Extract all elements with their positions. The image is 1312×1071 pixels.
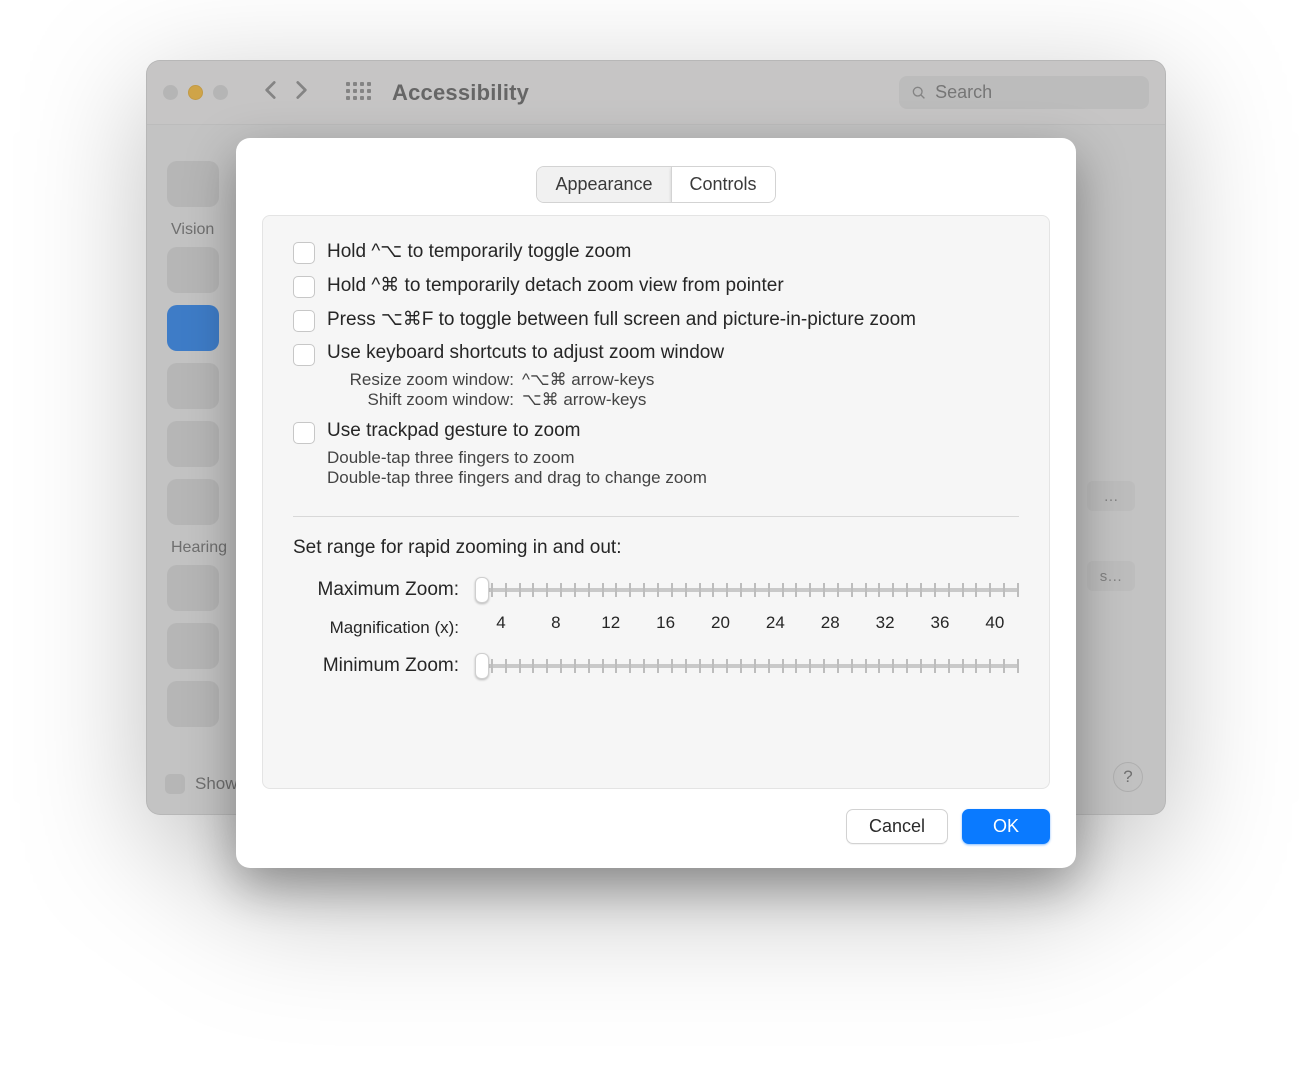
magnification-label: Magnification (x): (293, 618, 463, 638)
ok-button[interactable]: OK (962, 809, 1050, 844)
label-trackpad: Use trackpad gesture to zoom (327, 420, 580, 441)
controls-panel: Hold ^⌥ to temporarily toggle zoom Hold … (262, 215, 1050, 789)
kb-shift-label: Shift zoom window: (327, 390, 522, 410)
cancel-button[interactable]: Cancel (846, 809, 948, 844)
option-kb-shortcuts: Use keyboard shortcuts to adjust zoom wi… (293, 342, 1019, 410)
option-hold-ctrl-cmd: Hold ^⌘ to temporarily detach zoom view … (293, 274, 1019, 298)
search-field[interactable] (899, 76, 1149, 109)
show-all-icon[interactable] (346, 82, 368, 104)
min-zoom-row: Minimum Zoom: (293, 653, 1019, 679)
zoom-options-sheet: Appearance Controls Hold ^⌥ to temporari… (236, 138, 1076, 868)
label-hold-ctrl-cmd: Hold ^⌘ to temporarily detach zoom view … (327, 275, 784, 296)
label-kb-shortcuts: Use keyboard shortcuts to adjust zoom wi… (327, 342, 724, 363)
titlebar: Accessibility (147, 61, 1165, 125)
label-press-opt-cmd-f: Press ⌥⌘F to toggle between full screen … (327, 309, 916, 330)
search-icon (911, 84, 927, 102)
kb-resize-label: Resize zoom window: (327, 370, 522, 390)
divider (293, 516, 1019, 517)
max-zoom-slider[interactable] (477, 577, 1019, 603)
window-controls[interactable] (163, 85, 228, 100)
show-in-menubar[interactable]: Show (165, 774, 238, 794)
sidebar-item-captions[interactable] (167, 681, 219, 727)
tab-bar: Appearance Controls (536, 166, 775, 203)
bg-button-1[interactable]: … (1087, 481, 1135, 511)
min-zoom-slider[interactable] (477, 653, 1019, 679)
forward-button[interactable] (288, 77, 314, 108)
help-button[interactable]: ? (1113, 762, 1143, 792)
trackpad-sub2: Double-tap three fingers and drag to cha… (327, 468, 1019, 488)
label-hold-ctrl-opt: Hold ^⌥ to temporarily toggle zoom (327, 241, 631, 262)
sidebar-item-overview[interactable] (167, 161, 219, 207)
sidebar-item-audio[interactable] (167, 565, 219, 611)
bg-right-buttons: … s… (1087, 481, 1135, 591)
max-zoom-row: Maximum Zoom: (293, 577, 1019, 603)
sheet-footer: Cancel OK (262, 789, 1050, 844)
option-press-opt-cmd-f: Press ⌥⌘F to toggle between full screen … (293, 308, 1019, 332)
sidebar-item-descriptions[interactable] (167, 479, 219, 525)
checkbox-trackpad[interactable] (293, 422, 315, 444)
window-title: Accessibility (392, 80, 529, 106)
sidebar-item-speech[interactable] (167, 421, 219, 467)
checkbox-icon[interactable] (165, 774, 185, 794)
tab-controls[interactable]: Controls (671, 167, 775, 202)
sidebar-item-voiceover[interactable] (167, 247, 219, 293)
sidebar: Vision Hearing (167, 161, 247, 739)
max-zoom-thumb[interactable] (475, 577, 489, 603)
trackpad-sub1: Double-tap three fingers to zoom (327, 448, 1019, 468)
chevron-right-icon (288, 77, 314, 103)
min-zoom-thumb[interactable] (475, 653, 489, 679)
magnification-scale: 481216202428323640 (487, 609, 1009, 647)
checkbox-hold-ctrl-cmd[interactable] (293, 276, 315, 298)
show-in-menubar-label: Show (195, 774, 238, 794)
sidebar-item-rtt[interactable] (167, 623, 219, 669)
bg-button-2[interactable]: s… (1087, 561, 1135, 591)
option-trackpad: Use trackpad gesture to zoom Double-tap … (293, 420, 1019, 488)
zoom-window-icon[interactable] (213, 85, 228, 100)
tab-appearance[interactable]: Appearance (537, 167, 670, 202)
help-icon: ? (1123, 767, 1132, 787)
option-hold-ctrl-opt: Hold ^⌥ to temporarily toggle zoom (293, 240, 1019, 264)
minimize-window-icon[interactable] (188, 85, 203, 100)
back-button[interactable] (258, 77, 284, 108)
checkbox-kb-shortcuts[interactable] (293, 344, 315, 366)
zoom-range-title: Set range for rapid zooming in and out: (293, 537, 1019, 559)
search-input[interactable] (935, 82, 1137, 103)
chevron-left-icon (258, 77, 284, 103)
magnification-row: Magnification (x): 481216202428323640 (293, 609, 1019, 647)
sidebar-item-display[interactable] (167, 363, 219, 409)
checkbox-hold-ctrl-opt[interactable] (293, 242, 315, 264)
close-window-icon[interactable] (163, 85, 178, 100)
max-zoom-label: Maximum Zoom: (293, 579, 463, 601)
checkbox-press-opt-cmd-f[interactable] (293, 310, 315, 332)
kb-shift-keys: ⌥⌘ arrow-keys (522, 390, 646, 410)
kb-resize-keys: ^⌥⌘ arrow-keys (522, 370, 654, 390)
sidebar-item-zoom[interactable] (167, 305, 219, 351)
min-zoom-label: Minimum Zoom: (293, 655, 463, 677)
